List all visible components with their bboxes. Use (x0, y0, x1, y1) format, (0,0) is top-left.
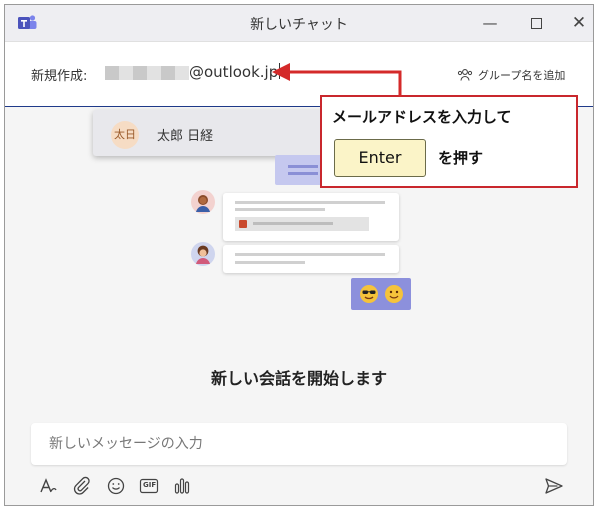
contact-name: 太郎 日経 (157, 129, 214, 144)
people-icon (457, 69, 473, 81)
gif-button[interactable]: GIF (138, 475, 160, 497)
message-input[interactable] (31, 423, 567, 465)
illustration-line (235, 208, 325, 211)
illustration-line (253, 222, 333, 225)
message-compose-box[interactable] (31, 423, 567, 465)
illustration-message-card (223, 193, 399, 241)
text-caret (279, 63, 281, 79)
minimize-button[interactable]: — (479, 12, 501, 34)
illustration-line (235, 253, 385, 256)
email-masked-part (105, 66, 189, 80)
format-icon[interactable] (37, 475, 59, 497)
illustration-message-card (275, 155, 323, 185)
add-group-label: グループ名を追加 (478, 69, 566, 82)
illustration-emoji-card (351, 278, 411, 310)
maximize-button[interactable] (525, 12, 547, 34)
maximize-icon (530, 18, 542, 29)
illustration-attachment (235, 217, 369, 231)
title-bar: 新しいチャット — ✕ (5, 5, 593, 42)
poll-icon[interactable] (171, 475, 193, 497)
cool-face-icon (360, 285, 378, 303)
illustration-line (288, 165, 318, 168)
person-avatar-icon (191, 242, 215, 266)
person-avatar-icon (191, 190, 215, 214)
add-group-name-button[interactable]: グループ名を追加 (457, 67, 565, 83)
recipient-input[interactable]: @outlook.jp (189, 63, 281, 81)
avatar: 太日 (111, 121, 139, 149)
enter-key-label: Enter (334, 139, 426, 177)
send-icon[interactable] (543, 475, 565, 497)
annotation-callout: メールアドレスを入力して Enter を押す (320, 95, 578, 188)
window-title: 新しいチャット (250, 17, 348, 33)
illustration-line (288, 172, 318, 175)
callout-instruction: メールアドレスを入力して (332, 108, 512, 126)
conversation-start-text: 新しい会話を開始します (210, 369, 387, 388)
callout-instruction-end: を押す (438, 149, 484, 167)
illustration-line (235, 261, 305, 264)
smile-face-icon (385, 285, 403, 303)
email-text: @outlook.jp (189, 63, 279, 81)
emoji-icon[interactable] (105, 475, 127, 497)
gif-label: GIF (143, 481, 157, 489)
chat-window: 新しいチャット — ✕ 新規作成: @outlook.jp グループ名を追加 太… (4, 4, 594, 506)
contact-suggestion[interactable]: 太日 太郎 日経 (93, 110, 343, 156)
powerpoint-icon (239, 220, 247, 228)
illustration-message-card (223, 245, 399, 273)
close-button[interactable]: ✕ (568, 12, 590, 34)
illustration-line (235, 201, 385, 204)
attach-icon[interactable] (71, 475, 93, 497)
to-label: 新規作成: (31, 69, 88, 84)
